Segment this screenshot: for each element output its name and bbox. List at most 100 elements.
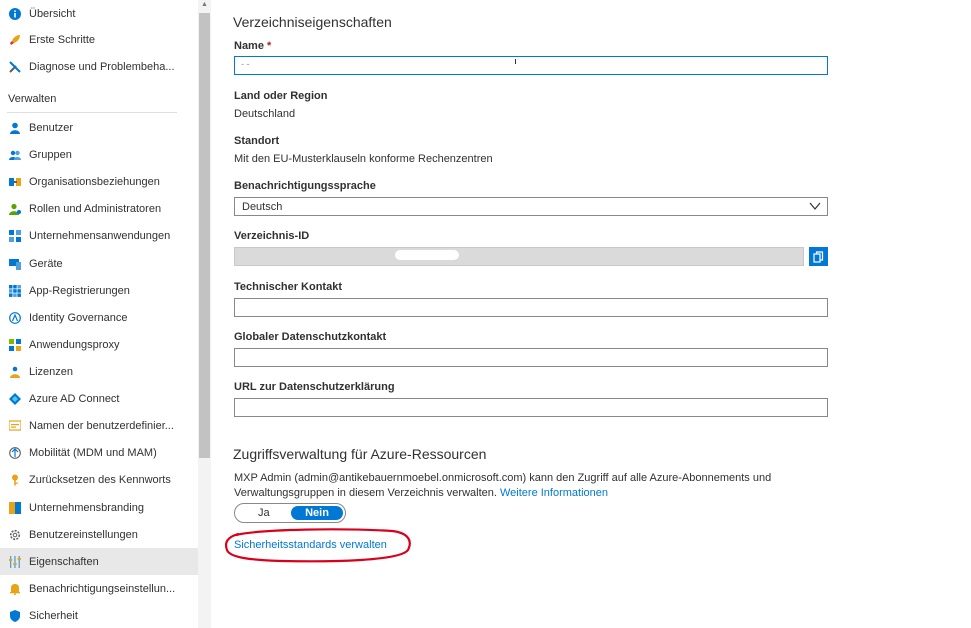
toggle-option-no[interactable]: Nein: [291, 506, 343, 520]
technical-contact-label: Technischer Kontakt: [234, 281, 342, 293]
sidebar-item-overview[interactable]: Übersicht: [0, 0, 198, 27]
app-proxy-icon: [9, 338, 21, 351]
sidebar-item-app-proxy[interactable]: Anwendungsproxy: [0, 331, 198, 358]
info-icon: [9, 7, 21, 20]
sidebar-item-label: Eigenschaften: [29, 555, 99, 568]
licenses-icon: [9, 366, 21, 378]
sidebar-item-mobility[interactable]: Mobilität (MDM und MAM): [0, 439, 198, 466]
scroll-up-arrow-icon[interactable]: ▲: [200, 0, 209, 10]
sidebar-item-label: Benutzereinstellungen: [29, 528, 138, 541]
roles-icon: [9, 203, 21, 215]
sidebar-item-enterprise-apps[interactable]: Unternehmensanwendungen: [0, 222, 198, 249]
sidebar-section-title: Verwalten: [8, 93, 57, 105]
sidebar-item-app-registrations[interactable]: App-Registrierungen: [0, 277, 198, 304]
sidebar-item-label: Rollen und Administratoren: [29, 202, 162, 215]
redacted-value: [395, 250, 459, 260]
sidebar-item-label: Namen der benutzerdefinier...: [29, 419, 174, 432]
copy-icon: [813, 250, 824, 263]
sidebar-item-devices[interactable]: Geräte: [0, 250, 198, 277]
sidebar-item-label: Organisationsbeziehungen: [29, 175, 160, 188]
bell-icon: [9, 583, 21, 595]
sidebar-item-groups[interactable]: Gruppen: [0, 141, 198, 168]
location-value: Mit den EU-Musterklauseln konforme Reche…: [234, 153, 493, 165]
identity-governance-icon: [9, 311, 21, 324]
sidebar-item-properties[interactable]: Eigenschaften: [0, 548, 198, 575]
branding-icon: [9, 501, 21, 514]
mobility-icon: [9, 446, 21, 459]
more-info-link[interactable]: Weitere Informationen: [500, 487, 608, 499]
location-label: Standort: [234, 135, 280, 147]
sidebar-item-diagnose[interactable]: Diagnose und Problembeha...: [0, 53, 198, 80]
sidebar-item-label: Mobilität (MDM und MAM): [29, 446, 157, 459]
sidebar-item-label: Unternehmensbranding: [29, 501, 144, 514]
name-field[interactable]: - -: [234, 56, 828, 75]
custom-domain-icon: [9, 419, 21, 432]
notification-language-value: Deutsch: [242, 200, 283, 213]
sidebar-item-label: Anwendungsproxy: [29, 338, 120, 351]
privacy-url-label: URL zur Datenschutzerklärung: [234, 381, 395, 393]
key-icon: [9, 474, 21, 486]
toggle-option-yes[interactable]: Ja: [258, 507, 270, 519]
sidebar-item-label: Lizenzen: [29, 365, 74, 378]
sidebar-item-label: Azure AD Connect: [29, 392, 120, 405]
sidebar-item-licenses[interactable]: Lizenzen: [0, 358, 198, 385]
access-description: MXP Admin (admin@antikebauernmoebel.onmi…: [234, 471, 834, 501]
shield-icon: [9, 609, 21, 622]
sidebar-item-getting-started[interactable]: Erste Schritte: [0, 26, 198, 53]
sidebar-item-label: Übersicht: [29, 7, 76, 20]
properties-icon: [9, 555, 21, 568]
sidebar-item-custom-domains[interactable]: Namen der benutzerdefinier...: [0, 412, 198, 439]
wrench-icon: [9, 60, 21, 73]
sidebar-item-label: Geräte: [29, 257, 63, 270]
sidebar-item-label: Benachrichtigungseinstellun...: [29, 582, 176, 595]
notification-language-label: Benachrichtigungssprache: [234, 180, 376, 192]
devices-icon: [9, 258, 21, 270]
sidebar-item-notification-settings[interactable]: Benachrichtigungseinstellun...: [0, 575, 198, 602]
sidebar-item-password-reset[interactable]: Zurücksetzen des Kennworts: [0, 466, 198, 493]
sidebar-item-label: Diagnose und Problembeha...: [29, 60, 175, 73]
name-label: Name *: [234, 40, 271, 52]
section-title-directory-properties: Verzeichniseigenschaften: [233, 14, 392, 30]
user-icon: [9, 122, 21, 134]
copy-to-clipboard-button[interactable]: [809, 247, 828, 266]
technical-contact-field[interactable]: [234, 298, 828, 317]
sidebar-item-label: Gruppen: [29, 148, 72, 161]
access-toggle[interactable]: Ja Nein: [234, 503, 346, 523]
required-asterisk: *: [267, 40, 272, 52]
chevron-down-icon: [809, 201, 821, 211]
rocket-icon: [9, 34, 21, 46]
privacy-contact-field[interactable]: [234, 348, 828, 367]
group-icon: [9, 149, 21, 161]
org-relations-icon: [9, 176, 21, 188]
country-label: Land oder Region: [234, 90, 328, 102]
sidebar: Übersicht Erste Schritte Diagnose und Pr…: [0, 0, 198, 628]
text-caret: [515, 59, 516, 64]
name-field-value: - -: [241, 59, 250, 69]
notification-language-select[interactable]: Deutsch: [234, 197, 828, 216]
sidebar-item-label: Identity Governance: [29, 311, 128, 324]
gear-icon: [9, 529, 21, 541]
directory-id-label: Verzeichnis-ID: [234, 230, 310, 242]
sidebar-scrollbar-thumb[interactable]: [199, 13, 210, 458]
country-value: Deutschland: [234, 108, 296, 120]
sidebar-item-security[interactable]: Sicherheit: [0, 602, 198, 628]
sidebar-item-branding[interactable]: Unternehmensbranding: [0, 494, 198, 521]
sidebar-item-org-relations[interactable]: Organisationsbeziehungen: [0, 168, 198, 195]
ad-connect-icon: [9, 392, 21, 405]
sidebar-item-label: Sicherheit: [29, 609, 78, 622]
sidebar-item-roles[interactable]: Rollen und Administratoren: [0, 195, 198, 222]
sidebar-item-label: Zurücksetzen des Kennworts: [29, 473, 171, 486]
section-title-access-management: Zugriffsverwaltung für Azure-Ressourcen: [233, 446, 487, 462]
app-registrations-icon: [9, 284, 21, 297]
name-label-text: Name: [234, 40, 264, 52]
sidebar-item-users[interactable]: Benutzer: [0, 114, 198, 141]
sidebar-item-user-settings[interactable]: Benutzereinstellungen: [0, 521, 198, 548]
privacy-url-field[interactable]: [234, 398, 828, 417]
sidebar-item-identity-governance[interactable]: Identity Governance: [0, 304, 198, 331]
enterprise-apps-icon: [9, 229, 21, 242]
directory-id-field[interactable]: [234, 247, 804, 266]
red-annotation-circle: [224, 528, 411, 563]
sidebar-item-label: Benutzer: [29, 121, 74, 134]
privacy-contact-label: Globaler Datenschutzkontakt: [234, 331, 387, 343]
sidebar-item-ad-connect[interactable]: Azure AD Connect: [0, 385, 198, 412]
